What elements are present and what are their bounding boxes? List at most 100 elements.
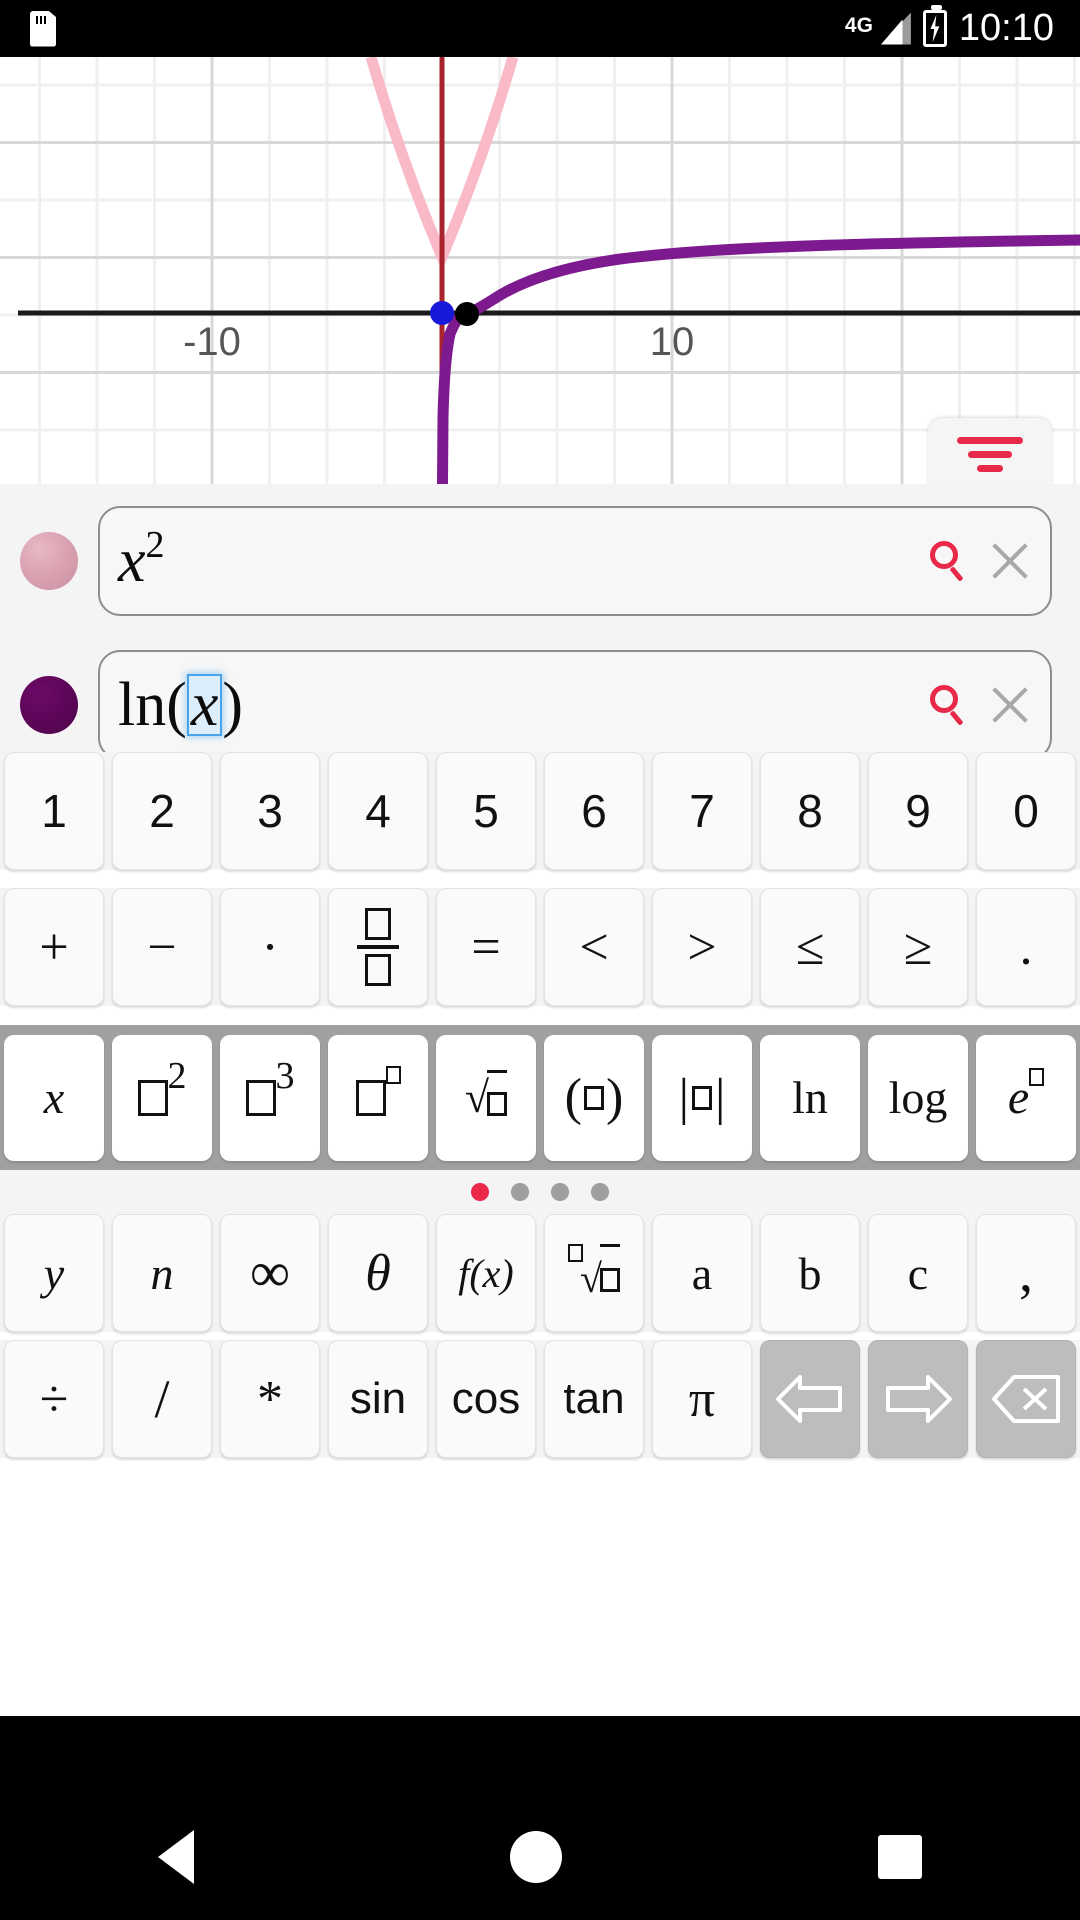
expression-input-2[interactable]: ln(x) — [98, 650, 1052, 760]
key-natural-log[interactable]: ln — [760, 1035, 860, 1161]
key-6[interactable]: 6 — [544, 752, 644, 870]
key-function-fx[interactable]: f(x) — [436, 1214, 536, 1332]
signal-bars-icon — [881, 13, 911, 45]
key-2[interactable]: 2 — [112, 752, 212, 870]
backspace-icon — [990, 1373, 1062, 1425]
key-greater-equal[interactable]: ≥ — [868, 888, 968, 1006]
expression-color-dot-2[interactable] — [20, 676, 78, 734]
key-arrow-right[interactable] — [868, 1340, 968, 1458]
home-circle-icon[interactable] — [510, 1831, 562, 1883]
key-minus[interactable]: − — [112, 888, 212, 1006]
key-parentheses[interactable]: () — [544, 1035, 644, 1161]
key-comma[interactable]: , — [976, 1214, 1076, 1332]
key-3[interactable]: 3 — [220, 752, 320, 870]
key-tangent[interactable]: tan — [544, 1340, 644, 1458]
expression-1-actions — [928, 539, 1032, 583]
keyboard-row-funcs: ÷ / * sin cos tan π — [0, 1340, 1080, 1458]
key-greater-than[interactable]: > — [652, 888, 752, 1006]
filter-funnel-icon-bar3 — [977, 465, 1003, 472]
key-equals[interactable]: = — [436, 888, 536, 1006]
key-backspace[interactable] — [976, 1340, 1076, 1458]
key-square-root[interactable]: √ — [436, 1035, 536, 1161]
key-power[interactable] — [328, 1035, 428, 1161]
x-tick-label-minus10: -10 — [183, 320, 241, 364]
key-cosine[interactable]: cos — [436, 1340, 536, 1458]
key-nth-root[interactable]: √ — [544, 1214, 644, 1332]
expression-2-prefix: ln( — [118, 670, 187, 741]
key-variable-a[interactable]: a — [652, 1214, 752, 1332]
key-fraction[interactable] — [328, 888, 428, 1006]
graph-plot[interactable]: -10 10 — [0, 57, 1080, 484]
key-0[interactable]: 0 — [976, 752, 1076, 870]
clear-x-icon[interactable] — [988, 683, 1032, 727]
key-exponential[interactable]: e — [976, 1035, 1076, 1161]
key-variable-n[interactable]: n — [112, 1214, 212, 1332]
key-divide[interactable]: ÷ — [4, 1340, 104, 1458]
filter-funnel-button[interactable] — [928, 418, 1052, 484]
recents-square-icon[interactable] — [878, 1835, 922, 1879]
arrow-right-icon — [882, 1373, 954, 1425]
graph-canvas[interactable]: -10 10 — [0, 57, 1080, 484]
x-intercept-point — [455, 302, 479, 326]
square-icon: 2 — [138, 1076, 187, 1120]
cube-icon: 3 — [246, 1076, 295, 1120]
key-slash[interactable]: / — [112, 1340, 212, 1458]
expression-1-exponent: 2 — [146, 523, 165, 567]
key-7[interactable]: 7 — [652, 752, 752, 870]
key-pi[interactable]: π — [652, 1340, 752, 1458]
filter-funnel-icon-bar2 — [968, 451, 1012, 458]
expression-text-1: x2 — [118, 526, 165, 597]
back-triangle-icon[interactable] — [158, 1830, 194, 1884]
clear-x-icon[interactable] — [988, 539, 1032, 583]
status-bar-clock: 10:10 — [959, 7, 1054, 50]
keyboard-page-dots — [0, 1170, 1080, 1214]
page-dot-4[interactable] — [591, 1183, 609, 1201]
keyboard-row-math: x 2 3 √ () || ln log e — [0, 1035, 1080, 1161]
square-root-icon: √ — [465, 1070, 507, 1126]
page-dot-1[interactable] — [471, 1183, 489, 1201]
arrow-left-icon — [774, 1373, 846, 1425]
expression-input-1[interactable]: x2 — [98, 506, 1052, 616]
page-dot-3[interactable] — [551, 1183, 569, 1201]
magnifier-icon[interactable] — [928, 685, 968, 725]
key-less-than[interactable]: < — [544, 888, 644, 1006]
keyboard-row-math-band: x 2 3 √ () || ln log e — [0, 1025, 1080, 1170]
key-less-equal[interactable]: ≤ — [760, 888, 860, 1006]
key-theta[interactable]: θ — [328, 1214, 428, 1332]
key-plus[interactable]: + — [4, 888, 104, 1006]
key-4[interactable]: 4 — [328, 752, 428, 870]
app-root: 4G 10:10 — [0, 0, 1080, 1920]
keyboard-row-numbers: 1 2 3 4 5 6 7 8 9 0 — [0, 752, 1080, 870]
key-variable-b[interactable]: b — [760, 1214, 860, 1332]
key-log[interactable]: log — [868, 1035, 968, 1161]
key-variable-y[interactable]: y — [4, 1214, 104, 1332]
key-arrow-left[interactable] — [760, 1340, 860, 1458]
key-variable-c[interactable]: c — [868, 1214, 968, 1332]
android-nav-bar — [0, 1794, 1080, 1920]
key-infinity[interactable]: ∞ — [220, 1214, 320, 1332]
exponential-icon: e — [1008, 1070, 1044, 1125]
filter-funnel-icon-bar1 — [957, 437, 1023, 444]
key-1[interactable]: 1 — [4, 752, 104, 870]
key-sine[interactable]: sin — [328, 1340, 428, 1458]
nth-root-icon: √ — [568, 1244, 620, 1302]
key-cube[interactable]: 3 — [220, 1035, 320, 1161]
key-dot-multiply[interactable]: · — [220, 888, 320, 1006]
magnifier-icon[interactable] — [928, 541, 968, 581]
page-dot-2[interactable] — [511, 1183, 529, 1201]
sd-card-icon — [30, 11, 56, 47]
key-9[interactable]: 9 — [868, 752, 968, 870]
parentheses-icon: () — [565, 1068, 624, 1127]
key-absolute-value[interactable]: || — [652, 1035, 752, 1161]
expression-color-dot-1[interactable] — [20, 532, 78, 590]
key-8[interactable]: 8 — [760, 752, 860, 870]
origin-point — [430, 301, 454, 325]
key-asterisk[interactable]: * — [220, 1340, 320, 1458]
key-5[interactable]: 5 — [436, 752, 536, 870]
key-variable-x[interactable]: x — [4, 1035, 104, 1161]
key-square[interactable]: 2 — [112, 1035, 212, 1161]
status-bar: 4G 10:10 — [0, 0, 1080, 57]
expression-2-selected-token[interactable]: x — [187, 674, 223, 737]
key-decimal-point[interactable]: . — [976, 888, 1076, 1006]
fraction-icon — [357, 908, 399, 986]
